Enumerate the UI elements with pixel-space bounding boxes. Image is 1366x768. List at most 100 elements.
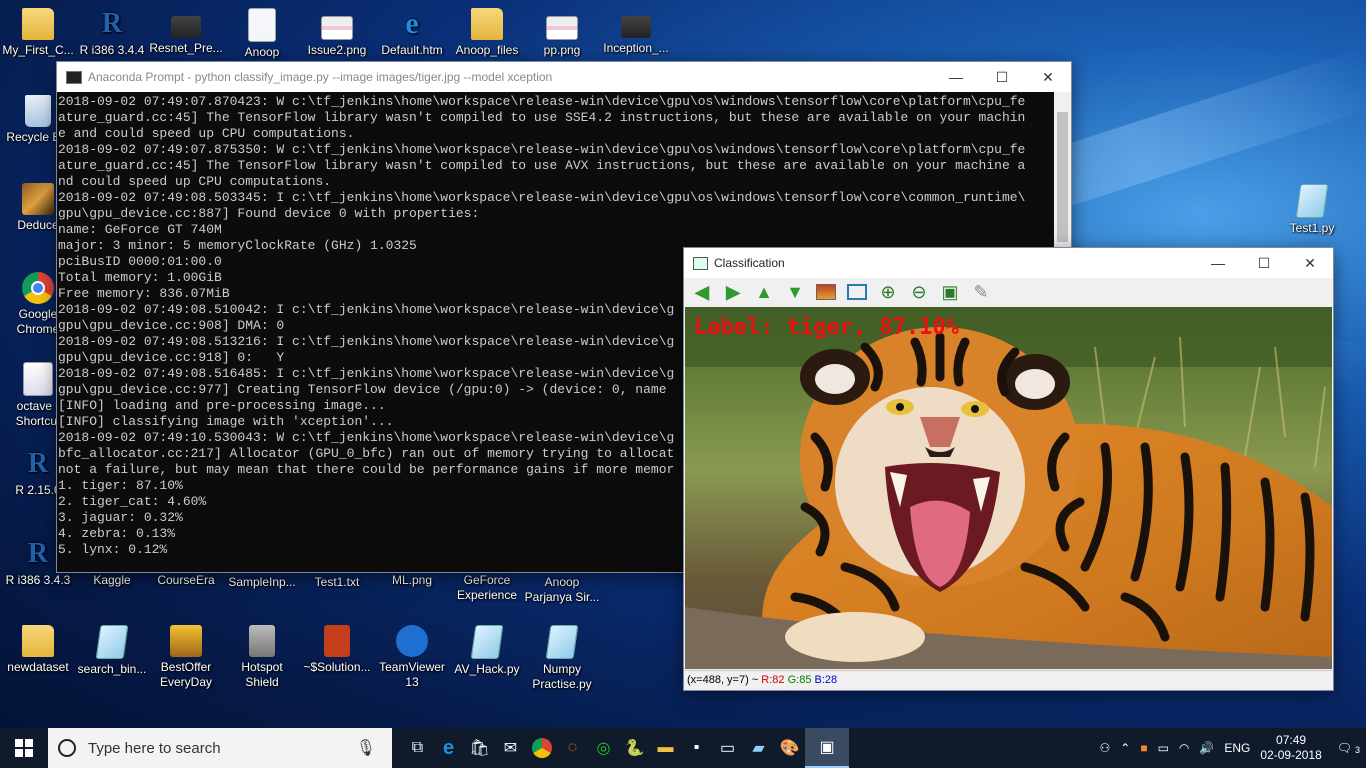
image-icon: [321, 16, 353, 40]
clock[interactable]: 07:49 02-09-2018: [1255, 733, 1326, 763]
folder-icon: [22, 625, 54, 657]
desktop-icon[interactable]: Resnet_Pre...: [148, 8, 224, 56]
desktop-icon[interactable]: TeamViewer 13: [374, 625, 450, 690]
console-titlebar[interactable]: Anaconda Prompt - python classify_image.…: [57, 62, 1071, 92]
notification-center-icon[interactable]: 🗨 3: [1327, 741, 1366, 755]
zoom-region-icon[interactable]: [843, 280, 871, 304]
notification-count: 3: [1354, 745, 1360, 755]
close-button[interactable]: ✕: [1025, 62, 1071, 92]
desktop-icon[interactable]: pp.png: [524, 8, 600, 58]
microphone-icon[interactable]: 🎙: [356, 738, 376, 758]
desktop-icon[interactable]: Anoop_files: [449, 8, 525, 58]
paint-icon[interactable]: 🎨: [774, 728, 805, 768]
image-icon[interactable]: [812, 280, 840, 304]
scrollbar-thumb[interactable]: [1057, 112, 1068, 242]
chevron-up-icon[interactable]: ⌃: [1115, 741, 1135, 755]
console-line: ature_guard.cc:45] The TensorFlow librar…: [58, 158, 1026, 173]
folder-icon: [471, 8, 503, 40]
python-file-icon: [95, 625, 129, 659]
jupyter-icon[interactable]: ◌: [557, 728, 588, 768]
sticky-notes-icon[interactable]: ▪: [681, 728, 712, 768]
save-icon[interactable]: ▣: [936, 280, 964, 304]
r-icon: R: [27, 448, 49, 479]
maximize-button[interactable]: ☐: [979, 62, 1025, 92]
python-file-icon: [470, 625, 504, 659]
pixel-green-value: G:85: [787, 674, 812, 686]
chrome-taskbar-icon[interactable]: [526, 728, 557, 768]
console-line: nd could speed up CPU computations.: [58, 174, 332, 189]
people-icon[interactable]: ⚇: [1095, 741, 1116, 755]
spinner-icon[interactable]: ◎: [588, 728, 619, 768]
image-icon: [621, 16, 651, 38]
console-line: gpu\gpu_device.cc:887] Found device 0 wi…: [58, 206, 480, 221]
pdf-icon: [248, 8, 276, 42]
desktop-icon[interactable]: Hotspot Shield: [224, 625, 300, 690]
ie-icon: e: [405, 7, 419, 40]
notepad-icon[interactable]: ▰: [743, 728, 774, 768]
console-icon: [66, 70, 82, 84]
app-icon: [22, 183, 54, 215]
tray-app-icon[interactable]: ■: [1135, 741, 1152, 755]
classification-window[interactable]: Classification — ☐ ✕ ◀ ▶ ▲ ▼ ⊕ ⊖ ▣ ✎ Lab…: [684, 248, 1333, 690]
chrome-icon: [22, 272, 54, 304]
recycle-bin-icon: [25, 95, 51, 127]
classification-titlebar[interactable]: Classification — ☐ ✕: [684, 248, 1333, 278]
console-taskbar-icon[interactable]: ▭: [712, 728, 743, 768]
python-file-icon: [1295, 184, 1329, 218]
desktop-icon[interactable]: AV_Hack.py: [449, 625, 525, 677]
classification-taskbar-icon[interactable]: ▣: [805, 728, 849, 768]
desktop-icon[interactable]: newdataset: [0, 625, 76, 675]
desktop-icon[interactable]: Test1.py: [1274, 184, 1350, 236]
taskbar-search[interactable]: Type here to search 🎙: [48, 728, 392, 768]
hotspot-icon: [249, 625, 275, 657]
mail-icon[interactable]: ✉: [495, 728, 526, 768]
maximize-button[interactable]: ☐: [1241, 248, 1287, 278]
pixel-coords: (x=488, y=7) ~: [687, 674, 762, 686]
search-icon: [58, 739, 76, 757]
edge-icon[interactable]: e: [433, 728, 464, 768]
language-indicator[interactable]: ENG: [1219, 741, 1255, 755]
python-icon[interactable]: 🐍: [619, 728, 650, 768]
zoom-out-icon[interactable]: ⊖: [905, 280, 933, 304]
image-icon: [171, 16, 201, 38]
desktop-icon[interactable]: RR i386 3.4.4: [74, 8, 150, 58]
desktop-icon[interactable]: My_First_C...: [0, 8, 76, 58]
classification-title: Classification: [714, 256, 785, 270]
volume-icon[interactable]: 🔊: [1194, 741, 1219, 755]
network-icon[interactable]: ◠: [1174, 741, 1194, 755]
arrow-right-icon[interactable]: ▶: [719, 280, 747, 304]
start-button[interactable]: [0, 728, 48, 768]
pixel-red-value: R:82: [761, 674, 785, 686]
r-icon: R: [27, 538, 49, 569]
desktop-icon[interactable]: Numpy Practise.py: [524, 625, 600, 692]
file-explorer-icon[interactable]: ▬: [650, 728, 681, 768]
arrow-left-icon[interactable]: ◀: [688, 280, 716, 304]
store-icon[interactable]: 🛍: [464, 728, 495, 768]
desktop-icon[interactable]: search_bin...: [74, 625, 150, 677]
minimize-button[interactable]: —: [1195, 248, 1241, 278]
desktop-icon[interactable]: Inception_...: [598, 8, 674, 56]
pixel-status-bar: (x=488, y=7) ~ R:82 G:85 B:28: [685, 670, 1332, 689]
desktop-icon[interactable]: BestOffer EveryDay: [148, 625, 224, 690]
octave-icon: [23, 362, 53, 396]
python-file-icon: [545, 625, 579, 659]
teamviewer-icon: [396, 625, 428, 657]
console-line: 2018-09-02 07:49:08.503345: I c:\tf_jenk…: [58, 190, 1026, 205]
task-view-icon[interactable]: ⧉: [402, 728, 433, 768]
clock-date: 02-09-2018: [1260, 748, 1322, 762]
minimize-button[interactable]: —: [933, 62, 979, 92]
battery-icon[interactable]: ▭: [1153, 741, 1174, 755]
arrow-up-icon[interactable]: ▲: [750, 280, 778, 304]
arrow-down-icon[interactable]: ▼: [781, 280, 809, 304]
chest-icon: [170, 625, 202, 657]
tiger-picture: [685, 307, 1332, 669]
close-button[interactable]: ✕: [1287, 248, 1333, 278]
desktop-icon[interactable]: ~$Solution...: [299, 625, 375, 675]
zoom-in-icon[interactable]: ⊕: [874, 280, 902, 304]
desktop-icon[interactable]: Issue2.png: [299, 8, 375, 58]
windows-icon: [15, 739, 33, 757]
tiger-image[interactable]: Label: tiger, 87.10%: [685, 307, 1332, 669]
desktop-icon[interactable]: e Default.htm: [374, 8, 450, 58]
pixel-blue-value: B:28: [814, 674, 838, 686]
brush-icon[interactable]: ✎: [967, 280, 995, 304]
